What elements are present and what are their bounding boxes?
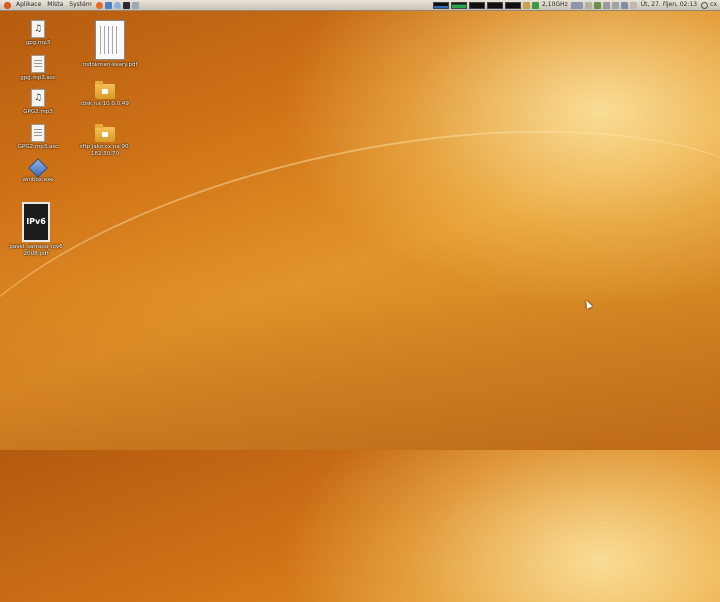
power-icon[interactable] xyxy=(701,1,709,9)
menu-applications[interactable]: Aplikace xyxy=(13,0,44,10)
icon-label: pavel_satrapa_ipv6 2008.pdf xyxy=(9,244,63,257)
icon-label: winbox.exe xyxy=(22,177,54,183)
network-monitor-icon[interactable] xyxy=(469,1,486,9)
icon-label: disk na 10.0.0.49 xyxy=(81,101,129,107)
audio-file-icon: ♫ xyxy=(31,89,45,107)
icon-label: sftp jako cx na 90. 182.30.70 xyxy=(79,144,131,157)
audio-file-icon: ♫ xyxy=(31,20,45,38)
network-icon[interactable] xyxy=(593,1,601,9)
cpu-monitor-icon[interactable] xyxy=(433,1,450,9)
panel-right: 2,10GHz Út, 27. říjen, 02:13 cx xyxy=(432,0,720,10)
clipboard-icon[interactable] xyxy=(611,1,619,9)
desktop-icon-gpg-mp3-asc[interactable]: gpg.mp3.asc xyxy=(8,55,68,82)
menu-places[interactable]: Místa xyxy=(44,0,66,10)
display-icon[interactable] xyxy=(620,1,628,9)
volume-icon[interactable] xyxy=(602,1,610,9)
network-folder-icon xyxy=(95,81,115,99)
menu-system[interactable]: Systém xyxy=(66,0,94,10)
icon-label: GPG2.mp3.asc xyxy=(17,144,59,150)
desktop-icon-gpg2-mp3[interactable]: ♫ GPG2.mp3 xyxy=(8,89,68,116)
executable-icon xyxy=(28,158,48,178)
icon-label: gpg.mp3 xyxy=(25,40,51,46)
screenshot-icon[interactable] xyxy=(131,1,139,9)
lock-icon[interactable] xyxy=(523,1,531,9)
bluetooth-icon[interactable] xyxy=(584,1,592,9)
pdf-thumbnail-icon: IPv6 xyxy=(22,202,50,242)
firefox-icon[interactable] xyxy=(95,1,103,9)
load-monitor-icon[interactable] xyxy=(505,1,522,9)
icon-label: GPG2.mp3 xyxy=(23,109,53,115)
desktop-icon-rodokmen-pdf[interactable]: rodokmen-keary.pdf xyxy=(80,20,140,69)
keyboard-layout-icon[interactable] xyxy=(570,1,583,9)
text-file-icon xyxy=(31,124,45,142)
icon-label: rodokmen-keary.pdf xyxy=(82,62,138,68)
desktop-icon-ipv6-pdf[interactable]: IPv6 pavel_satrapa_ipv6 2008.pdf xyxy=(6,202,66,258)
wallpaper-shade xyxy=(0,290,720,450)
text-file-icon xyxy=(31,55,45,73)
top-panel: Aplikace Místa Systém 2,10GHz Út, 27. ří… xyxy=(0,0,720,11)
terminal-icon[interactable] xyxy=(122,1,130,9)
desktop-icon-disk-share[interactable]: disk na 10.0.0.49 xyxy=(75,81,135,108)
desktop-icon-gpg2-mp3-asc[interactable]: GPG2.mp3.asc xyxy=(8,124,68,151)
ubuntu-logo-icon[interactable] xyxy=(4,1,11,9)
desktop-icon-gpg-mp3[interactable]: ♫ gpg.mp3 xyxy=(8,20,68,47)
network-folder-icon xyxy=(95,124,115,142)
desktop-icon-winbox-exe[interactable]: winbox.exe xyxy=(8,158,68,184)
cpu-frequency[interactable]: 2,10GHz xyxy=(540,0,570,10)
cpu-freq-icon[interactable] xyxy=(532,1,540,9)
help-icon[interactable] xyxy=(113,1,121,9)
mouse-cursor-icon xyxy=(583,299,593,309)
icon-label: gpg.mp3.asc xyxy=(20,75,56,81)
user-name[interactable]: cx xyxy=(709,0,720,10)
clock[interactable]: Út, 27. říjen, 02:13 xyxy=(638,0,700,10)
mail-indicator-icon[interactable] xyxy=(629,1,637,9)
memory-monitor-icon[interactable] xyxy=(451,1,468,9)
desktop-icon-sftp-share[interactable]: sftp jako cx na 90. 182.30.70 xyxy=(75,124,135,158)
pdf-thumbnail-icon xyxy=(95,20,125,60)
mail-icon[interactable] xyxy=(104,1,112,9)
swap-monitor-icon[interactable] xyxy=(487,1,504,9)
